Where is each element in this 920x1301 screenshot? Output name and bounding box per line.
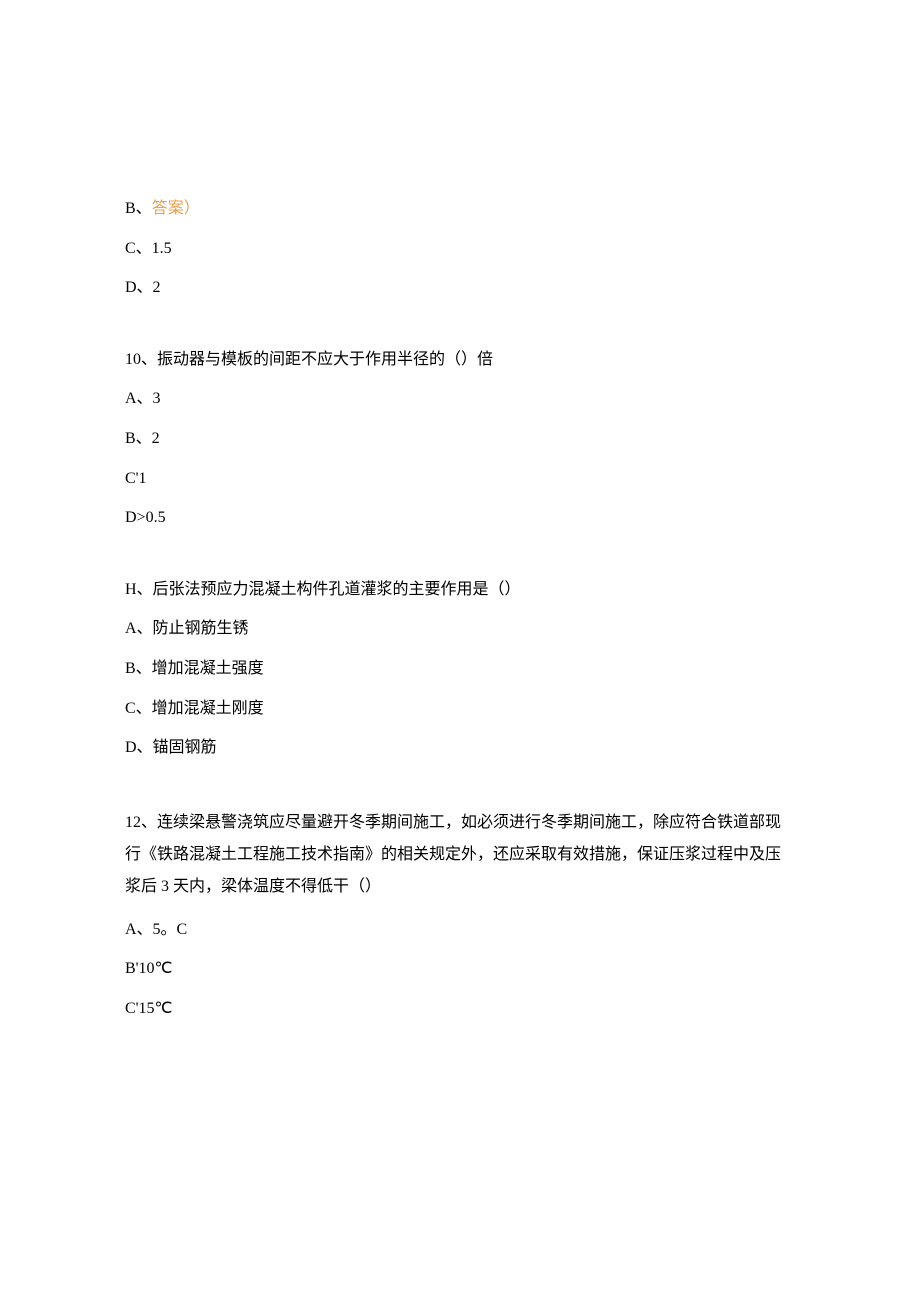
option-line: C、1.5: [125, 236, 795, 262]
option-line: B、答案）: [125, 196, 795, 222]
option-line: D、锚固钢筋: [125, 735, 795, 761]
question-text: H、后张法预应力混凝土构件孔道灌浆的主要作用是（）: [125, 577, 795, 603]
option-line: B、增加混凝土强度: [125, 656, 795, 682]
option-line: D、2: [125, 275, 795, 301]
option-line: D>0.5: [125, 505, 795, 531]
question-10: 10、振动器与模板的间距不应大于作用半径的（）倍 A、3 B、2 C'1 D>0…: [125, 347, 795, 531]
option-line: C'15℃: [125, 996, 795, 1022]
question-9-remainder: B、答案） C、1.5 D、2: [125, 196, 795, 301]
question-text: 10、振动器与模板的间距不应大于作用半径的（）倍: [125, 347, 795, 373]
option-line: A、3: [125, 386, 795, 412]
option-line: A、5。C: [125, 917, 795, 943]
answer-text: 答案）: [152, 200, 200, 217]
option-line: A、防止钢筋生锈: [125, 616, 795, 642]
question-12: 12、连续梁悬警浇筑应尽量避开冬季期间施工，如必须进行冬季期间施工，除应符合铁道…: [125, 807, 795, 1022]
option-line: B'10℃: [125, 956, 795, 982]
question-11: H、后张法预应力混凝土构件孔道灌浆的主要作用是（） A、防止钢筋生锈 B、增加混…: [125, 577, 795, 761]
option-line: B、2: [125, 426, 795, 452]
option-line: C'1: [125, 466, 795, 492]
question-text: 12、连续梁悬警浇筑应尽量避开冬季期间施工，如必须进行冬季期间施工，除应符合铁道…: [125, 807, 795, 903]
option-b-prefix: B、: [125, 200, 152, 217]
option-line: C、增加混凝土刚度: [125, 696, 795, 722]
document-page: B、答案） C、1.5 D、2 10、振动器与模板的间距不应大于作用半径的（）倍…: [0, 0, 920, 1022]
